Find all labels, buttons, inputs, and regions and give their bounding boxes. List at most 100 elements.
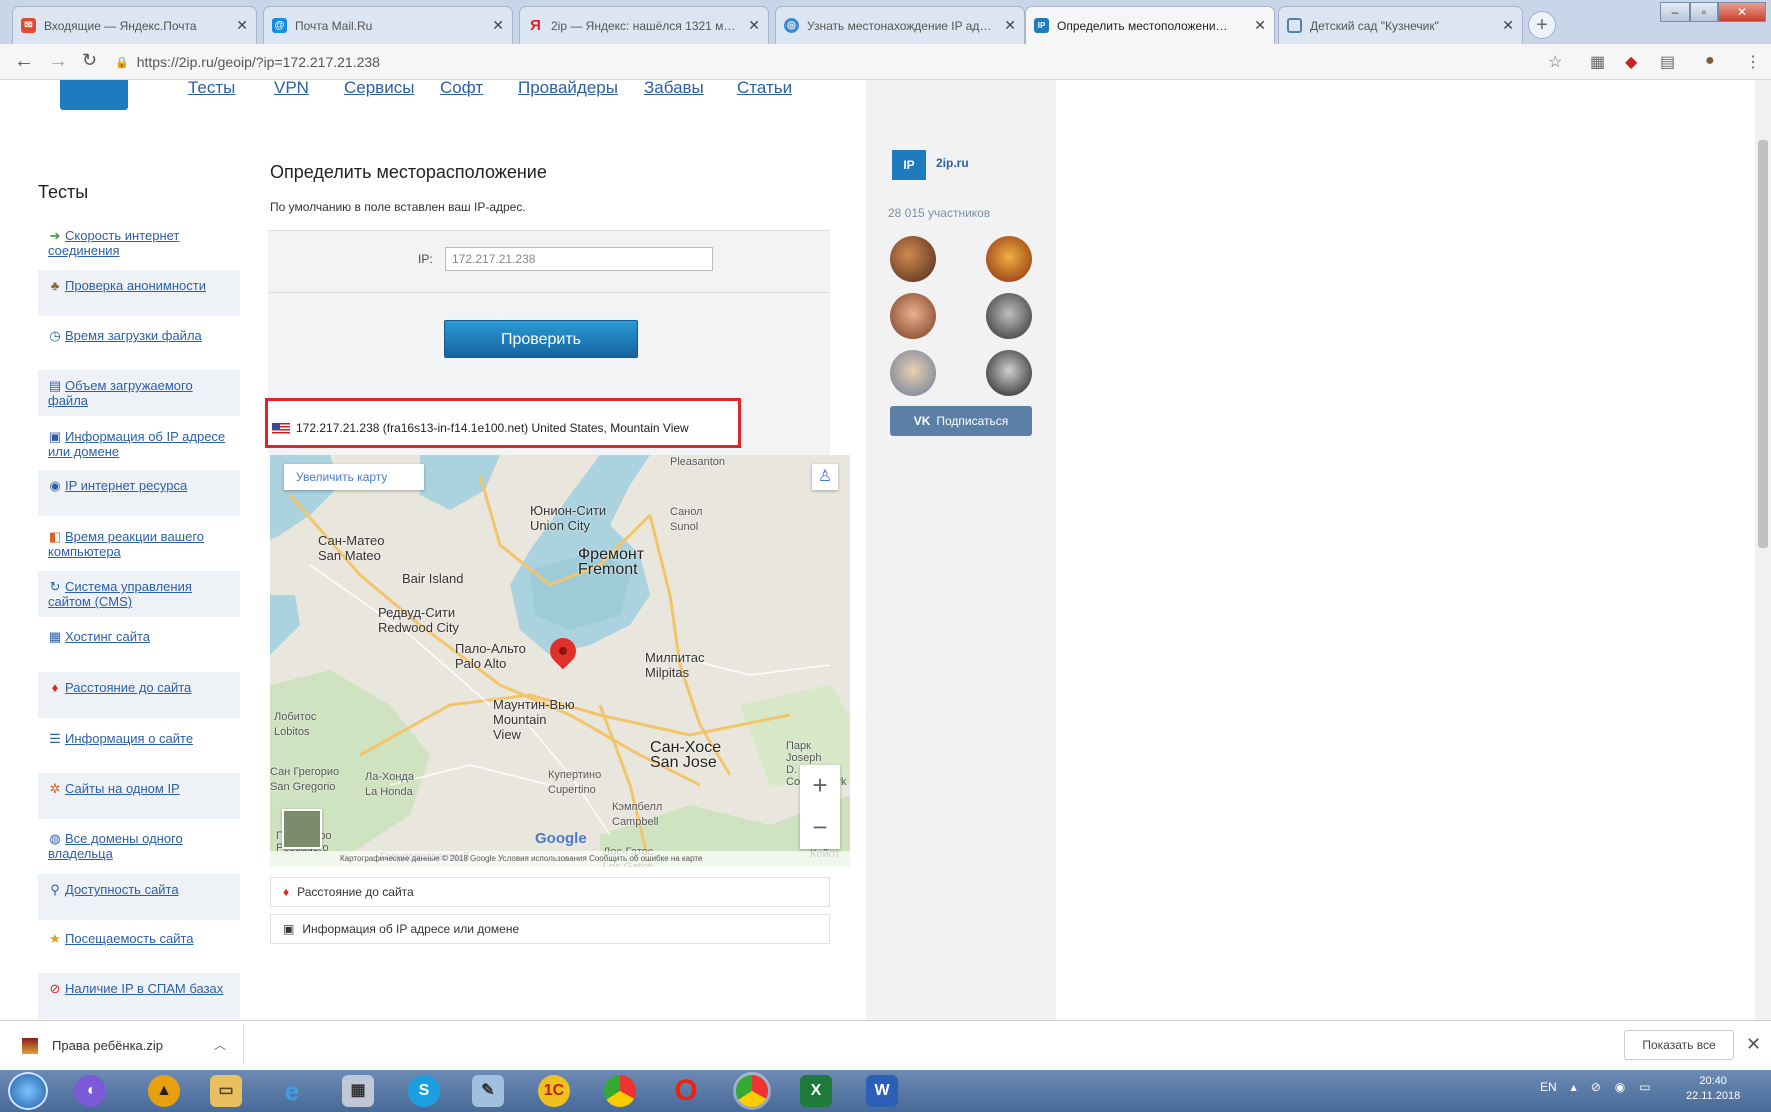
nav-providers[interactable]: Провайдеры: [518, 80, 618, 98]
zoom-out-button[interactable]: −: [800, 807, 840, 849]
1c-icon[interactable]: 1С: [538, 1075, 570, 1107]
close-icon[interactable]: ✕: [1254, 17, 1266, 34]
reload-icon[interactable]: ↻: [82, 50, 97, 71]
show-all-button[interactable]: Показать все: [1624, 1030, 1734, 1060]
network-icon[interactable]: ⊘: [1591, 1080, 1601, 1094]
sidebar-item-site-info[interactable]: ☰ Информация о сайте: [38, 723, 240, 752]
zoom-in-button[interactable]: +: [800, 765, 840, 807]
scrollbar-thumb[interactable]: [1758, 140, 1768, 548]
new-tab-button[interactable]: +: [1528, 11, 1556, 39]
avatar[interactable]: [986, 350, 1032, 396]
sidebar-item-spam[interactable]: ⊘ Наличие IP в СПАМ базах: [38, 973, 240, 1019]
tab-ip-location[interactable]: ◎ Узнать местонахождение IP ад… ✕: [775, 6, 1025, 44]
download-file-name[interactable]: Права ребёнка.zip: [52, 1038, 163, 1053]
internet-explorer-icon[interactable]: e: [276, 1075, 308, 1107]
close-icon[interactable]: ✕: [1746, 1034, 1761, 1055]
calculator-icon[interactable]: ▦: [342, 1075, 374, 1107]
sidebar-item-traffic[interactable]: ★ Посещаемость сайта: [38, 923, 240, 952]
tab-2ip-geo[interactable]: IP Определить местоположени… ✕: [1025, 6, 1275, 44]
avatar[interactable]: [890, 293, 936, 339]
close-icon[interactable]: ✕: [1004, 17, 1016, 34]
chrome-active-icon[interactable]: [736, 1075, 768, 1107]
satellite-toggle-button[interactable]: [282, 809, 322, 849]
close-icon[interactable]: ✕: [236, 17, 248, 34]
back-arrow-icon[interactable]: ←: [14, 50, 34, 73]
sidebar-item-domains[interactable]: ◍ Все домены одного владельца: [38, 823, 240, 867]
close-icon[interactable]: ✕: [748, 17, 760, 34]
nav-articles[interactable]: Статьи: [737, 80, 792, 98]
apps-icon[interactable]: ▦: [1590, 52, 1605, 72]
map-label-union-city: Юнион-Сити Union City: [530, 503, 607, 533]
viber-icon[interactable]: ◖: [74, 1075, 106, 1107]
bookmark-star-icon[interactable]: ☆: [1548, 52, 1562, 72]
chrome-icon[interactable]: [604, 1075, 636, 1107]
opera-icon[interactable]: O: [670, 1075, 702, 1107]
sidebar-item-cms[interactable]: ↻ Система управления сайтом (CMS): [38, 571, 240, 617]
sidebar-item-label: IP интернет ресурса: [65, 478, 188, 493]
extension-icon-2[interactable]: ▤: [1660, 52, 1675, 72]
folder-icon[interactable]: ▭: [210, 1075, 242, 1107]
skype-icon[interactable]: S: [408, 1075, 440, 1107]
chevron-up-icon[interactable]: ︿: [214, 1036, 226, 1053]
ip-resource-icon: ◉: [49, 478, 61, 493]
nav-fun[interactable]: Забавы: [644, 80, 704, 98]
enlarge-map-button[interactable]: Увеличить карту: [284, 464, 424, 490]
nav-tests[interactable]: Тесты: [188, 80, 235, 98]
close-window-button[interactable]: ✕: [1718, 2, 1766, 22]
close-icon[interactable]: ✕: [1502, 17, 1514, 34]
street-view-pegman-icon[interactable]: ♙: [812, 464, 838, 490]
google-map[interactable]: Юнион-Сити Union City Сан-Матео San Mateo …: [270, 455, 850, 867]
sidebar-item-anonymity[interactable]: ♣ Проверка анонимности: [38, 270, 240, 316]
nav-services[interactable]: Сервисы: [344, 80, 414, 98]
minimize-button[interactable]: –: [1660, 2, 1690, 22]
menu-icon[interactable]: ⋮: [1745, 52, 1761, 72]
volume-icon[interactable]: ▭: [1639, 1080, 1650, 1094]
vk-group-logo[interactable]: IP: [892, 150, 926, 180]
clock-date: 22.11.2018: [1686, 1090, 1741, 1102]
avatar[interactable]: [986, 236, 1032, 282]
sidebar-item-sites-one-ip[interactable]: ✲ Сайты на одном IP: [38, 773, 240, 819]
excel-icon[interactable]: X: [800, 1075, 832, 1107]
language-indicator[interactable]: EN: [1540, 1080, 1557, 1094]
paint-icon[interactable]: ✎: [472, 1075, 504, 1107]
sidebar-item-file-size[interactable]: ▤ Объем загружаемого файла: [38, 370, 240, 416]
zoom-control: + −: [800, 765, 840, 849]
sidebar-item-label: Объем загружаемого файла: [48, 378, 193, 408]
tray-arrow-icon[interactable]: ▴: [1571, 1080, 1577, 1094]
clock[interactable]: 20:40 22.11.2018: [1686, 1074, 1740, 1104]
sidebar-item-ip-info[interactable]: ▣ Информация об IP адресе или домене: [38, 421, 240, 465]
vk-subscribe-button[interactable]: VK Подписаться: [890, 406, 1032, 436]
tab-mailru[interactable]: @ Почта Mail.Ru ✕: [263, 6, 513, 44]
sidebar-item-distance[interactable]: ♦ Расстояние до сайта: [38, 672, 240, 718]
avatar[interactable]: [890, 350, 936, 396]
tab-yandex-mail[interactable]: ✉ Входящие — Яндекс.Почта ✕: [12, 6, 257, 44]
maximize-button[interactable]: ▫: [1690, 2, 1718, 22]
sidebar-item-ip-resource[interactable]: ◉ IP интернет ресурса: [38, 470, 240, 516]
vk-group-name[interactable]: 2ip.ru: [936, 156, 969, 170]
url-field[interactable]: 🔒 https://2ip.ru/geoip/?ip=172.217.21.238: [115, 50, 1555, 74]
ip-input[interactable]: [445, 247, 713, 271]
sidebar-item-hosting[interactable]: ▦ Хостинг сайта: [38, 621, 240, 650]
sidebar-item-speed[interactable]: ➔ Скорость интернет соединения: [38, 220, 240, 264]
list-item-ip-info[interactable]: ▣ Информация об IP адресе или домене: [270, 914, 830, 944]
word-icon[interactable]: W: [866, 1075, 898, 1107]
avatar[interactable]: [890, 236, 936, 282]
close-icon[interactable]: ✕: [492, 17, 504, 34]
sidebar-item-load-time[interactable]: ◷ Время загрузки файла: [38, 320, 240, 349]
avatar[interactable]: [986, 293, 1032, 339]
forward-arrow-icon[interactable]: →: [48, 50, 68, 73]
sidebar-item-availability[interactable]: ⚲ Доступность сайта: [38, 874, 240, 920]
tab-yandex-search[interactable]: Я 2ip — Яндекс: нашёлся 1321 м… ✕: [519, 6, 769, 44]
profile-avatar[interactable]: ●: [1705, 52, 1715, 70]
avast-icon[interactable]: ▲: [148, 1075, 180, 1107]
nav-vpn[interactable]: VPN: [274, 80, 309, 98]
nav-soft[interactable]: Софт: [440, 80, 483, 98]
list-item-distance[interactable]: ♦ Расстояние до сайта: [270, 877, 830, 907]
extension-icon[interactable]: ◆: [1625, 52, 1637, 72]
sidebar-item-reaction[interactable]: ◧ Время реакции вашего компьютера: [38, 521, 240, 565]
check-button[interactable]: Проверить: [444, 320, 638, 358]
tray-app-icon[interactable]: ◉: [1615, 1080, 1625, 1094]
start-button[interactable]: [8, 1072, 48, 1110]
tab-kindergarten[interactable]: Детский сад "Кузнечик" ✕: [1278, 6, 1523, 44]
site-logo[interactable]: [60, 80, 128, 110]
